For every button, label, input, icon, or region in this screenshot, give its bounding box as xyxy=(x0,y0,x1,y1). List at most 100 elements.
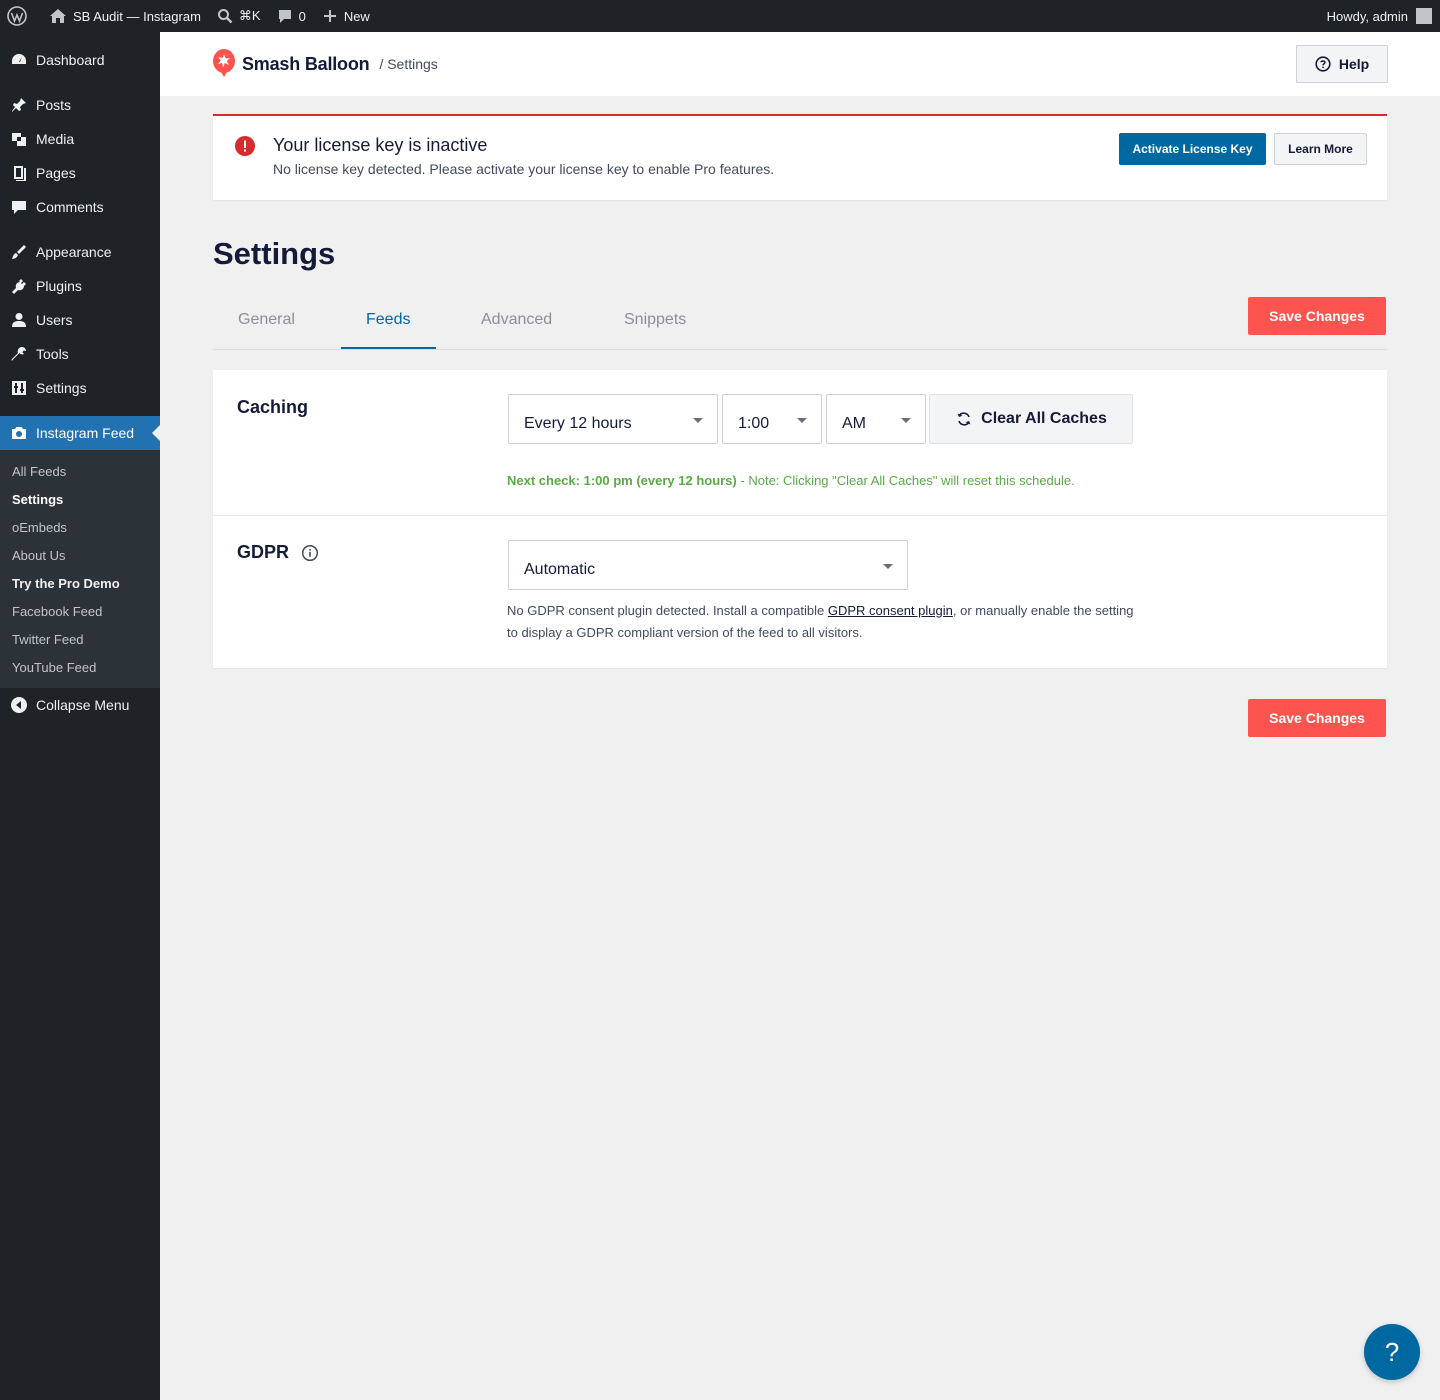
camera-icon xyxy=(10,424,28,442)
sidebar-item-label: Pages xyxy=(36,165,76,181)
save-changes-button[interactable]: Save Changes xyxy=(1248,297,1386,335)
cache-ampm-value: AM xyxy=(842,415,866,432)
submenu-about-us[interactable]: About Us xyxy=(0,541,160,569)
info-icon[interactable] xyxy=(301,544,319,562)
notice-title: Your license key is inactive xyxy=(273,135,488,155)
next-check-note: - Note: Clicking "Clear All Caches" will… xyxy=(736,473,1075,488)
settings-tabs: General Feeds Advanced Snippets xyxy=(213,296,1387,350)
media-icon xyxy=(10,130,28,148)
new-label: New xyxy=(343,8,370,24)
brand-name: Smash Balloon xyxy=(242,53,370,74)
tab-general[interactable]: General xyxy=(238,311,295,329)
tab-feeds[interactable]: Feeds xyxy=(366,311,410,329)
comment-bubble-icon xyxy=(278,10,291,23)
settings-icon xyxy=(10,379,28,397)
active-tab-indicator xyxy=(341,347,436,349)
chevron-down-icon xyxy=(797,418,807,423)
gdpr-desc-text: No GDPR consent plugin detected. Install… xyxy=(507,603,828,618)
error-icon xyxy=(235,136,255,156)
instagram-feed-submenu: All Feeds Settings oEmbeds About Us Try … xyxy=(0,450,160,688)
submenu-facebook-feed[interactable]: Facebook Feed xyxy=(0,597,160,625)
comment-icon xyxy=(10,198,28,216)
sidebar-item-label: Posts xyxy=(36,97,72,113)
gdpr-label-text: GDPR xyxy=(237,542,290,562)
page-title: Settings xyxy=(213,236,336,271)
question-circle-icon xyxy=(1315,56,1331,72)
submenu-pro-demo[interactable]: Try the Pro Demo xyxy=(0,569,160,597)
clear-all-caches-label: Clear All Caches xyxy=(981,410,1107,427)
home-icon xyxy=(50,9,66,23)
gdpr-consent-plugin-link[interactable]: GDPR consent plugin xyxy=(828,603,953,618)
comments-count: 0 xyxy=(298,8,306,24)
command-palette-button[interactable]: ⌘K xyxy=(209,0,269,32)
brush-icon xyxy=(10,243,28,261)
breadcrumb: / Settings xyxy=(379,56,438,72)
floating-help-button[interactable]: ? xyxy=(1364,1324,1420,1380)
new-content-link[interactable]: New xyxy=(314,0,378,32)
cache-frequency-value: Every 12 hours xyxy=(524,415,632,432)
search-icon xyxy=(217,9,233,24)
submenu-youtube-feed[interactable]: YouTube Feed xyxy=(0,653,160,681)
submenu-settings[interactable]: Settings xyxy=(0,485,160,513)
next-check-text: Next check: 1:00 pm (every 12 hours) - N… xyxy=(507,473,1075,488)
cache-ampm-select[interactable]: AM xyxy=(826,394,926,444)
next-check-time: Next check: 1:00 pm (every 12 hours) xyxy=(507,473,737,488)
dashboard-icon xyxy=(10,51,28,69)
sidebar-item-media[interactable]: Media xyxy=(0,122,160,156)
sidebar-item-settings[interactable]: Settings xyxy=(0,371,160,405)
row-divider xyxy=(213,515,1387,516)
tab-advanced[interactable]: Advanced xyxy=(481,311,552,329)
sidebar-item-pages[interactable]: Pages xyxy=(0,156,160,190)
comments-link[interactable]: 0 xyxy=(269,0,314,32)
submenu-all-feeds[interactable]: All Feeds xyxy=(0,457,160,485)
help-button[interactable]: Help xyxy=(1296,45,1388,83)
plugin-icon xyxy=(10,277,28,295)
sidebar-item-users[interactable]: Users xyxy=(0,303,160,337)
sidebar-item-instagram-feed[interactable]: Instagram Feed xyxy=(0,416,160,450)
sidebar-item-label: Appearance xyxy=(36,244,112,260)
chevron-down-icon xyxy=(901,418,911,423)
tab-snippets[interactable]: Snippets xyxy=(624,311,686,329)
balloon-logo-icon xyxy=(213,49,235,77)
submenu-oembeds[interactable]: oEmbeds xyxy=(0,513,160,541)
sidebar-item-label: Settings xyxy=(36,380,87,396)
site-name-label: SB Audit — Instagram xyxy=(73,8,201,24)
caching-label-text: Caching xyxy=(237,397,309,417)
collapse-menu-button[interactable]: Collapse Menu xyxy=(0,688,160,722)
wrench-icon xyxy=(10,345,28,363)
avatar xyxy=(1416,8,1432,24)
submenu-twitter-feed[interactable]: Twitter Feed xyxy=(0,625,160,653)
sidebar-item-dashboard[interactable]: Dashboard xyxy=(0,43,160,77)
save-changes-button-bottom[interactable]: Save Changes xyxy=(1248,699,1386,737)
sidebar-item-label: Dashboard xyxy=(36,52,105,68)
smash-balloon-logo: Smash Balloon / Settings xyxy=(212,48,438,80)
refresh-icon xyxy=(957,412,971,426)
cache-frequency-select[interactable]: Every 12 hours xyxy=(508,394,718,444)
sidebar-item-label: Comments xyxy=(36,199,104,215)
gdpr-description: No GDPR consent plugin detected. Install… xyxy=(507,600,1147,644)
plus-icon xyxy=(323,10,336,22)
learn-more-button[interactable]: Learn More xyxy=(1274,133,1367,165)
collapse-menu-label: Collapse Menu xyxy=(36,697,130,713)
sidebar-item-label: Plugins xyxy=(36,278,82,294)
admin-bar: SB Audit — Instagram ⌘K 0 New Howdy, adm… xyxy=(0,0,1440,32)
activate-license-button[interactable]: Activate License Key xyxy=(1119,133,1266,165)
sidebar-item-plugins[interactable]: Plugins xyxy=(0,269,160,303)
gdpr-select[interactable]: Automatic xyxy=(508,540,908,590)
sidebar-item-comments[interactable]: Comments xyxy=(0,190,160,224)
my-account-link[interactable]: Howdy, admin xyxy=(1319,0,1440,32)
sidebar-item-appearance[interactable]: Appearance xyxy=(0,235,160,269)
pin-icon xyxy=(10,96,28,114)
notice-description: No license key detected. Please activate… xyxy=(273,161,775,177)
collapse-icon xyxy=(10,696,28,714)
cache-time-value: 1:00 xyxy=(738,415,770,432)
clear-all-caches-button[interactable]: Clear All Caches xyxy=(929,394,1133,444)
site-name-link[interactable]: SB Audit — Instagram xyxy=(41,0,209,32)
sidebar-item-posts[interactable]: Posts xyxy=(0,88,160,122)
sidebar-item-label: Media xyxy=(36,131,75,147)
wordpress-logo-icon[interactable] xyxy=(0,0,41,32)
help-label: Help xyxy=(1338,56,1370,72)
settings-panel: Caching Every 12 hours 1:00 AM Clear All… xyxy=(213,370,1387,668)
sidebar-item-tools[interactable]: Tools xyxy=(0,337,160,371)
cache-time-select[interactable]: 1:00 xyxy=(722,394,822,444)
